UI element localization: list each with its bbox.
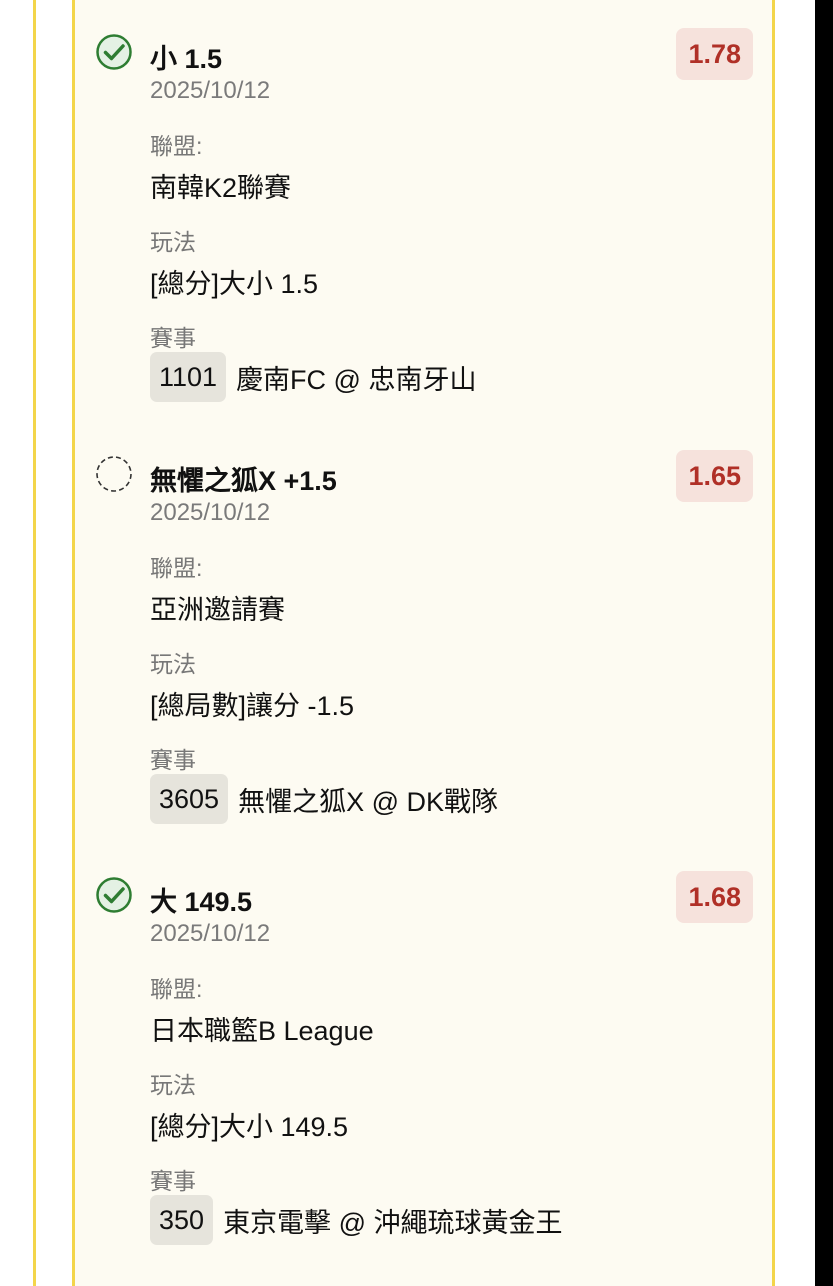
pending-circle-icon xyxy=(96,456,132,492)
page: 小 1.5 1.78 2025/10/12 聯盟: 南韓K2聯賽 玩法 [總分]… xyxy=(0,0,833,1286)
league-label: 聯盟: xyxy=(150,555,203,581)
odds-badge: 1.65 xyxy=(676,450,753,502)
league-label: 聯盟: xyxy=(150,976,203,1002)
event-label: 賽事 xyxy=(150,325,196,351)
bet-date: 2025/10/12 xyxy=(150,920,271,947)
event-row: 3605 無懼之狐X @ DK戰隊 xyxy=(150,774,498,824)
market-label: 玩法 xyxy=(150,229,196,255)
outer-accent-line xyxy=(33,0,36,1286)
bet-date: 2025/10/12 xyxy=(150,499,271,526)
league-value: 南韓K2聯賽 xyxy=(150,173,292,203)
bet-item[interactable]: 小 1.5 1.78 2025/10/12 聯盟: 南韓K2聯賽 玩法 [總分]… xyxy=(75,28,772,433)
right-edge-bar xyxy=(815,0,833,1286)
event-row: 350 東京電擊 @ 沖繩琉球黃金王 xyxy=(150,1195,562,1245)
bet-slip-card: 小 1.5 1.78 2025/10/12 聯盟: 南韓K2聯賽 玩法 [總分]… xyxy=(72,0,775,1286)
event-id-badge: 350 xyxy=(150,1195,214,1245)
event-row: 1101 慶南FC @ 忠南牙山 xyxy=(150,352,476,402)
event-label: 賽事 xyxy=(150,1168,196,1194)
bet-date: 2025/10/12 xyxy=(150,77,271,104)
bet-selection: 大 149.5 xyxy=(150,887,253,917)
league-label: 聯盟: xyxy=(150,133,203,159)
market-value: [總分]大小 149.5 xyxy=(150,1112,349,1142)
event-name: 慶南FC @ 忠南牙山 xyxy=(236,364,477,395)
odds-badge: 1.68 xyxy=(676,871,753,923)
odds-badge: 1.78 xyxy=(676,28,753,80)
market-value: [總局數]讓分 -1.5 xyxy=(150,691,355,721)
event-id-badge: 3605 xyxy=(150,774,229,824)
bet-selection: 無懼之狐X +1.5 xyxy=(150,466,337,496)
event-name: 東京電擊 @ 沖繩琉球黃金王 xyxy=(223,1207,563,1238)
event-id-badge: 1101 xyxy=(150,352,227,402)
check-circle-icon xyxy=(96,877,132,913)
league-value: 日本職籃B League xyxy=(150,1016,374,1046)
event-name: 無懼之狐X @ DK戰隊 xyxy=(238,786,499,817)
event-label: 賽事 xyxy=(150,747,196,773)
market-label: 玩法 xyxy=(150,1072,196,1098)
bet-item[interactable]: 大 149.5 1.68 2025/10/12 聯盟: 日本職籃B League… xyxy=(75,871,772,1276)
league-value: 亞洲邀請賽 xyxy=(150,595,285,625)
bet-item[interactable]: 無懼之狐X +1.5 1.65 2025/10/12 聯盟: 亞洲邀請賽 玩法 … xyxy=(75,450,772,855)
market-label: 玩法 xyxy=(150,651,196,677)
market-value: [總分]大小 1.5 xyxy=(150,269,319,299)
bet-selection: 小 1.5 xyxy=(150,44,223,74)
check-circle-icon xyxy=(96,34,132,70)
